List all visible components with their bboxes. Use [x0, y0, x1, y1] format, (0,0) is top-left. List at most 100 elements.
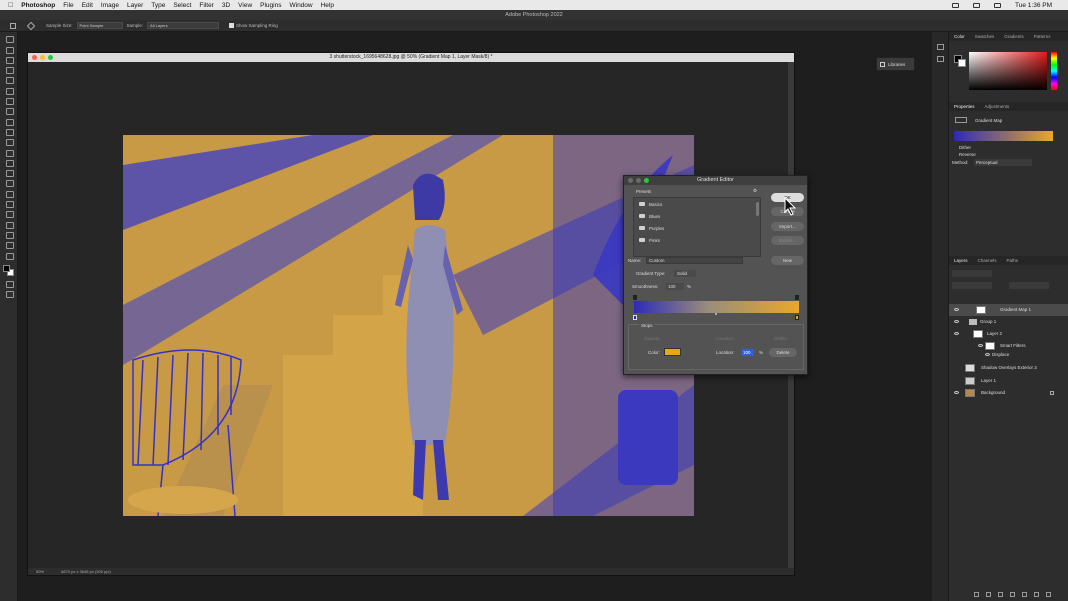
document-dimensions[interactable]: 6870 px x 3648 px (300 ppi) [61, 569, 111, 574]
brush-tool-icon[interactable] [5, 118, 14, 126]
layer-filter-search[interactable] [952, 270, 992, 277]
layer-row[interactable]: Layer 2 [949, 328, 1068, 340]
import-button[interactable]: Import... [771, 222, 804, 231]
tab-paths[interactable]: Paths [1007, 258, 1019, 263]
fx-icon[interactable] [986, 592, 991, 597]
presets-gear-icon[interactable]: ⚙ [753, 188, 757, 194]
new-button[interactable]: New [771, 256, 804, 265]
color-field[interactable] [969, 52, 1047, 90]
menu-file[interactable]: File [63, 2, 73, 9]
export-button[interactable]: Export... [771, 236, 804, 245]
apple-icon[interactable]:  [8, 2, 13, 9]
wifi-icon[interactable] [952, 2, 960, 8]
quick-mask-icon[interactable] [5, 280, 14, 288]
dialog-zoom-icon[interactable] [644, 178, 649, 183]
libraries-panel-button[interactable]: Libraries [876, 57, 915, 71]
preset-folder-pinks[interactable]: Pinks [639, 237, 660, 245]
link-layers-icon[interactable] [974, 592, 979, 597]
tab-patterns[interactable]: Patterns [1034, 34, 1051, 39]
menu-clock[interactable]: Tue 1:36 PM [1015, 2, 1052, 9]
visibility-eye-icon[interactable] [954, 332, 959, 335]
menu-edit[interactable]: Edit [82, 2, 93, 9]
visibility-eye-icon[interactable] [985, 353, 990, 356]
crop-tool-icon[interactable] [5, 76, 14, 85]
visibility-eye-icon[interactable] [978, 344, 983, 347]
layer-row[interactable]: Background [949, 387, 1068, 399]
eyedropper-icon[interactable] [5, 97, 14, 106]
healing-brush-icon[interactable] [5, 107, 14, 116]
menu-3d[interactable]: 3D [222, 2, 230, 9]
gradient-map-preview[interactable] [954, 131, 1053, 141]
pen-tool-icon[interactable] [5, 190, 14, 198]
opacity-stop-right[interactable] [795, 295, 799, 300]
new-group-icon[interactable] [1022, 592, 1027, 597]
dialog-close-icon[interactable] [628, 178, 633, 183]
layer-row[interactable]: Layer 1 [949, 375, 1068, 387]
minimize-window-icon[interactable] [40, 55, 45, 60]
color-stop-right[interactable] [795, 315, 799, 320]
menu-help[interactable]: Help [321, 2, 334, 9]
adjustment-icon[interactable] [1010, 592, 1015, 597]
gradient-name-input[interactable]: Custom [646, 257, 743, 264]
menu-view[interactable]: View [238, 2, 252, 9]
opacity-delete-button[interactable]: Delete [774, 336, 787, 341]
trash-icon[interactable] [1046, 592, 1051, 597]
eyedropper-tool-icon[interactable] [26, 21, 36, 30]
background-color[interactable] [958, 59, 966, 67]
hand-tool-icon[interactable] [5, 231, 14, 239]
gradient-preview-bar[interactable] [634, 301, 799, 313]
color-swatches[interactable] [2, 264, 15, 277]
color-location-input[interactable]: 100 [742, 349, 754, 356]
more-tools-icon[interactable] [5, 252, 14, 260]
reverse-checkbox[interactable]: Reverse [959, 152, 976, 157]
gradient-tool-icon[interactable] [5, 159, 14, 167]
color-stop-left[interactable] [633, 315, 637, 320]
tab-color[interactable]: Color [954, 34, 965, 39]
move-tool-icon[interactable] [5, 35, 14, 44]
gradient-editor-title-bar[interactable]: Gradient Editor [624, 176, 807, 185]
gradient-type-select[interactable]: Solid [674, 270, 696, 277]
menu-select[interactable]: Select [173, 2, 191, 9]
opacity-field[interactable] [1009, 282, 1049, 289]
midpoint-diamond[interactable] [715, 313, 717, 315]
blend-mode-select[interactable] [952, 282, 992, 289]
dither-checkbox[interactable]: Dither [959, 145, 971, 150]
visibility-eye-icon[interactable] [954, 320, 959, 323]
presets-scrollbar[interactable] [756, 202, 759, 216]
color-delete-button[interactable]: Delete [769, 348, 797, 357]
layer-row[interactable]: Displace [949, 349, 1068, 361]
sample-select[interactable]: All Layers [147, 22, 220, 29]
visibility-eye-icon[interactable] [954, 391, 959, 394]
eraser-tool-icon[interactable] [5, 149, 14, 157]
dodge-tool-icon[interactable] [5, 179, 14, 188]
menu-filter[interactable]: Filter [199, 2, 213, 9]
menu-window[interactable]: Window [289, 2, 312, 9]
tab-channels[interactable]: Channels [978, 258, 997, 263]
menu-app-name[interactable]: Photoshop [21, 2, 55, 9]
type-tool-icon[interactable] [5, 200, 14, 209]
gradient-mapped-photo[interactable] [123, 135, 694, 516]
frame-tool-icon[interactable] [5, 87, 14, 95]
stamp-tool-icon[interactable] [5, 128, 14, 136]
document-tab[interactable]: 3 shutterstock_1695648628.jpg @ 50% (Gra… [28, 53, 794, 62]
tab-properties[interactable]: Properties [954, 104, 975, 109]
new-layer-icon[interactable] [1034, 592, 1039, 597]
search-icon[interactable] [994, 2, 1002, 8]
layer-row[interactable]: Group 1 [949, 316, 1068, 328]
zoom-window-icon[interactable] [48, 55, 53, 60]
preset-folder-basics[interactable]: Basics [639, 201, 662, 209]
smoothness-input[interactable]: 100 [666, 283, 684, 290]
path-selection-icon[interactable] [5, 210, 14, 219]
zoom-level[interactable]: 50% [36, 569, 44, 574]
shape-tool-icon[interactable] [5, 221, 14, 229]
menu-plugins[interactable]: Plugins [260, 2, 281, 9]
battery-icon[interactable] [973, 2, 981, 8]
menu-image[interactable]: Image [101, 2, 119, 9]
dialog-minimize-icon[interactable] [636, 178, 641, 183]
lasso-tool-icon[interactable] [5, 56, 14, 64]
magic-wand-tool-icon[interactable] [5, 66, 14, 75]
opacity-stop-left[interactable] [633, 295, 637, 300]
hue-slider[interactable] [1051, 52, 1057, 90]
comments-panel-icon[interactable] [936, 56, 944, 62]
zoom-tool-icon[interactable] [5, 241, 14, 250]
